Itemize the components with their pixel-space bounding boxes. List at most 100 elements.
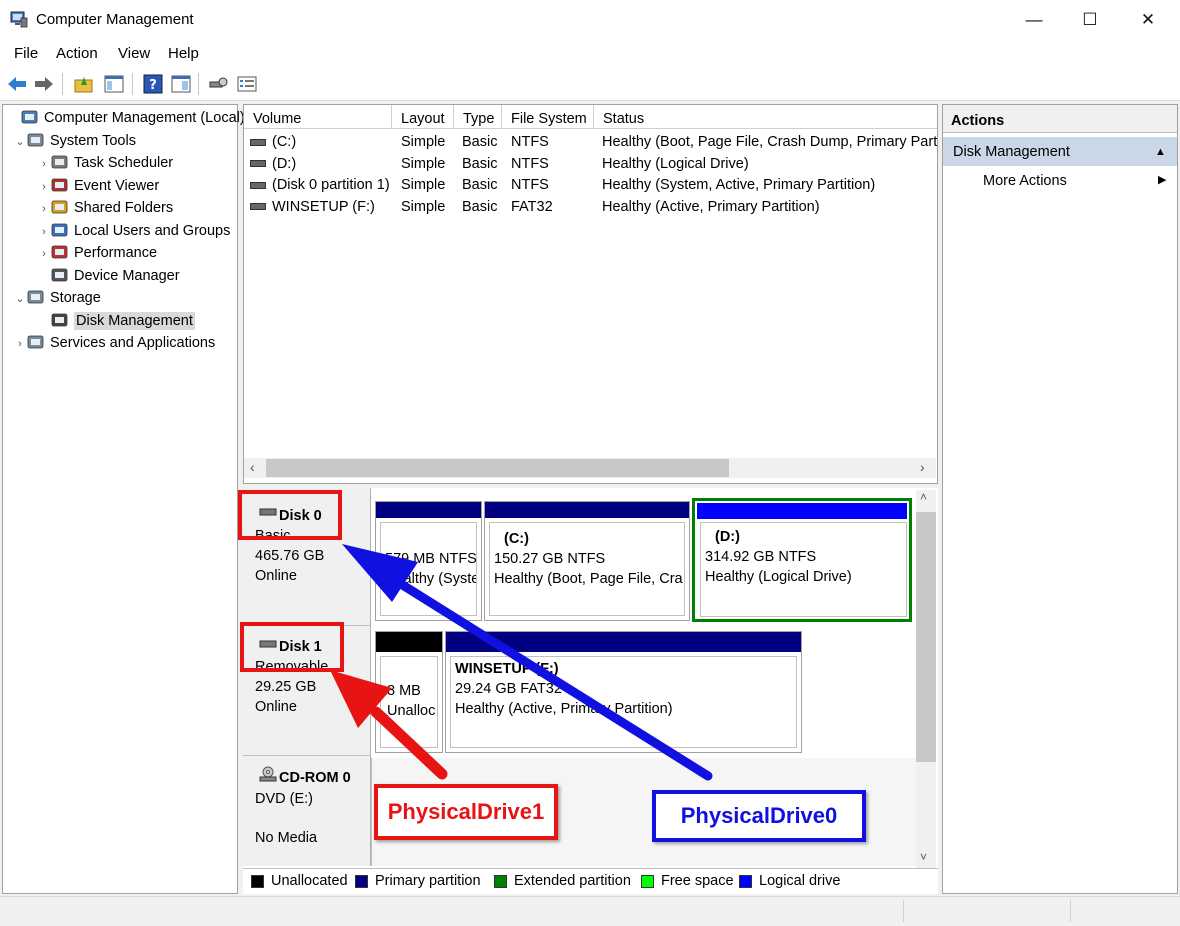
tree-item-computer-management-local[interactable]: Computer Management (Local) xyxy=(7,107,245,130)
collapsed-chevron-icon[interactable]: › xyxy=(13,333,27,355)
volume-cell-type: Basic xyxy=(462,197,497,218)
volume-cell-text: Basic xyxy=(462,198,498,215)
disk-0-partitions: 579 MB NTFS Healthy (Syste (C:) 150.27 GB… xyxy=(374,498,914,622)
tree-item-shared-folders[interactable]: › Shared Folders xyxy=(37,197,173,220)
tree-item-label: Local Users and Groups xyxy=(74,222,231,239)
volume-row[interactable]: (Disk 0 partition 1) Simple Basic NTFS Healt… xyxy=(244,175,937,197)
event-viewer-icon xyxy=(51,177,69,193)
tree-item-system-tools[interactable]: ⌄ System Tools xyxy=(13,130,136,153)
tree-item-storage[interactable]: ⌄ Storage xyxy=(13,287,100,310)
volume-cell-status: Healthy (Active, Primary Partition) xyxy=(602,197,820,218)
close-button[interactable]: ✕ xyxy=(1120,0,1176,40)
computer-management-icon xyxy=(21,109,39,125)
scroll-left-arrow-icon[interactable]: ‹ xyxy=(250,459,255,475)
column-header-layout[interactable]: Layout xyxy=(392,105,454,129)
column-header-status[interactable]: Status xyxy=(594,105,937,129)
more-actions-link[interactable]: More Actions xyxy=(983,173,1067,189)
collapsed-chevron-icon[interactable]: › xyxy=(37,176,51,198)
menu-view[interactable]: View xyxy=(116,45,152,62)
menu-help[interactable]: Help xyxy=(166,45,201,62)
volume-cell-volume: WINSETUP (F:) xyxy=(250,197,375,218)
tree-item-task-scheduler[interactable]: › Task Scheduler xyxy=(37,152,173,175)
partition-winsetup-f[interactable]: WINSETUP (F:) 29.24 GB FAT32 Healthy (Ac… xyxy=(445,631,802,753)
physical-drive-1-callout: PhysicalDrive1 xyxy=(374,784,558,840)
volume-cell-text: (C:) xyxy=(272,134,297,150)
computer-management-icon xyxy=(10,11,28,28)
actions-section-disk-management[interactable]: Disk Management ▲ xyxy=(943,137,1177,166)
collapsed-chevron-icon[interactable]: › xyxy=(37,198,51,220)
collapsed-chevron-icon[interactable]: › xyxy=(37,243,51,265)
column-header-file-system[interactable]: File System xyxy=(502,105,594,129)
expanded-chevron-icon[interactable]: ⌄ xyxy=(13,288,27,310)
cdrom-0-label[interactable]: CD-ROM 0 DVD (E:) No Media xyxy=(243,756,371,866)
scroll-right-arrow-icon[interactable]: › xyxy=(920,459,925,475)
volume-cell-type: Basic xyxy=(462,132,497,153)
legend-swatch xyxy=(739,875,752,888)
column-header-volume[interactable]: Volume xyxy=(244,105,392,129)
tree-item-local-users-and-groups[interactable]: › Local Users and Groups xyxy=(37,220,230,243)
legend-label: Free space xyxy=(661,873,734,889)
volume-row[interactable]: WINSETUP (F:) Simple Basic FAT32 Healthy (Ac… xyxy=(244,197,937,219)
partition-size: 29.24 GB FAT32 xyxy=(455,681,562,697)
scroll-down-arrow-icon[interactable]: ˅ xyxy=(920,850,927,864)
horizontal-scrollbar[interactable]: ‹ › xyxy=(244,458,936,478)
legend-swatch xyxy=(494,875,507,888)
scrollbar-thumb[interactable] xyxy=(916,512,936,762)
tree-item-disk-management[interactable]: Disk Management xyxy=(37,310,195,333)
list-view-icon[interactable] xyxy=(236,73,258,95)
menu-action[interactable]: Action xyxy=(54,45,100,62)
forward-arrow-icon[interactable] xyxy=(33,73,55,95)
tree-item-performance[interactable]: › Performance xyxy=(37,242,157,265)
volume-cell-text: Simple xyxy=(401,198,446,215)
disk-kind: DVD (E:) xyxy=(255,791,313,807)
svg-text:?: ? xyxy=(149,78,157,93)
scroll-up-arrow-icon[interactable]: ˄ xyxy=(920,490,927,504)
legend-swatch xyxy=(251,875,264,888)
properties-pane-icon[interactable] xyxy=(170,73,192,95)
collapsed-chevron-icon[interactable]: › xyxy=(37,221,51,243)
tree-item-device-manager[interactable]: Device Manager xyxy=(37,265,180,288)
partition-status: Healthy (Syste xyxy=(385,571,477,587)
menu-file[interactable]: File xyxy=(12,45,40,62)
volume-drive-icon xyxy=(250,181,266,189)
disk-size: 465.76 GB xyxy=(255,548,325,564)
volume-cell-status: Healthy (Boot, Page File, Crash Dump, Pr… xyxy=(602,132,937,153)
volume-cell-layout: Simple xyxy=(401,132,445,153)
legend-label: Unallocated xyxy=(271,873,348,889)
volume-cell-volume: (D:) xyxy=(250,154,296,175)
volume-row[interactable]: (D:) Simple Basic NTFS Healthy (Logical Driv… xyxy=(244,154,937,176)
tools-icon xyxy=(27,132,45,148)
partition-c[interactable]: (C:) 150.27 GB NTFS Healthy (Boot, Page … xyxy=(484,501,690,621)
volume-cell-fs: FAT32 xyxy=(511,197,553,218)
scrollbar-thumb[interactable] xyxy=(266,459,729,477)
disk-state: No Media xyxy=(255,830,318,846)
minimize-button[interactable]: — xyxy=(1006,0,1062,40)
help-icon[interactable]: ? xyxy=(142,73,164,95)
show-hide-tree-icon[interactable] xyxy=(103,73,125,95)
services-icon xyxy=(27,334,45,350)
volume-cell-volume: (C:) xyxy=(250,132,296,153)
toolbar-separator xyxy=(198,73,199,95)
collapsed-chevron-icon[interactable]: › xyxy=(37,153,51,175)
column-header-type[interactable]: Type xyxy=(454,105,502,129)
connect-key-icon[interactable] xyxy=(207,73,229,95)
tree-item-services-and-applications[interactable]: › Services and Applications xyxy=(13,332,215,355)
partition-unallocated[interactable]: 8 MB Unalloc xyxy=(375,631,443,753)
disk-0-highlight-box xyxy=(238,490,342,540)
status-bar xyxy=(0,896,1180,926)
volume-row[interactable]: (C:) Simple Basic NTFS Healthy (Boot, Page F… xyxy=(244,132,937,154)
vertical-scrollbar[interactable]: ˄ ˅ xyxy=(916,490,936,868)
tree-item-event-viewer[interactable]: › Event Viewer xyxy=(37,175,159,198)
partition-d-extended[interactable]: (D:) 314.92 GB NTFS Healthy (Logical Dri… xyxy=(692,498,912,622)
actions-section-label: Disk Management xyxy=(953,144,1070,160)
back-arrow-icon[interactable] xyxy=(6,73,28,95)
expanded-chevron-icon[interactable]: ⌄ xyxy=(13,131,27,153)
collapse-up-icon[interactable]: ▲ xyxy=(1155,137,1166,167)
partition-system[interactable]: 579 MB NTFS Healthy (Syste xyxy=(375,501,482,621)
volume-cell-status: Healthy (System, Active, Primary Partiti… xyxy=(602,175,875,196)
up-folder-icon[interactable] xyxy=(73,73,95,95)
volume-cell-text: Healthy (Boot, Page File, Crash Dump, Pr… xyxy=(602,134,937,150)
legend-label: Extended partition xyxy=(514,873,631,889)
physical-drive-0-callout: PhysicalDrive0 xyxy=(652,790,866,842)
maximize-button[interactable]: ☐ xyxy=(1062,0,1118,40)
